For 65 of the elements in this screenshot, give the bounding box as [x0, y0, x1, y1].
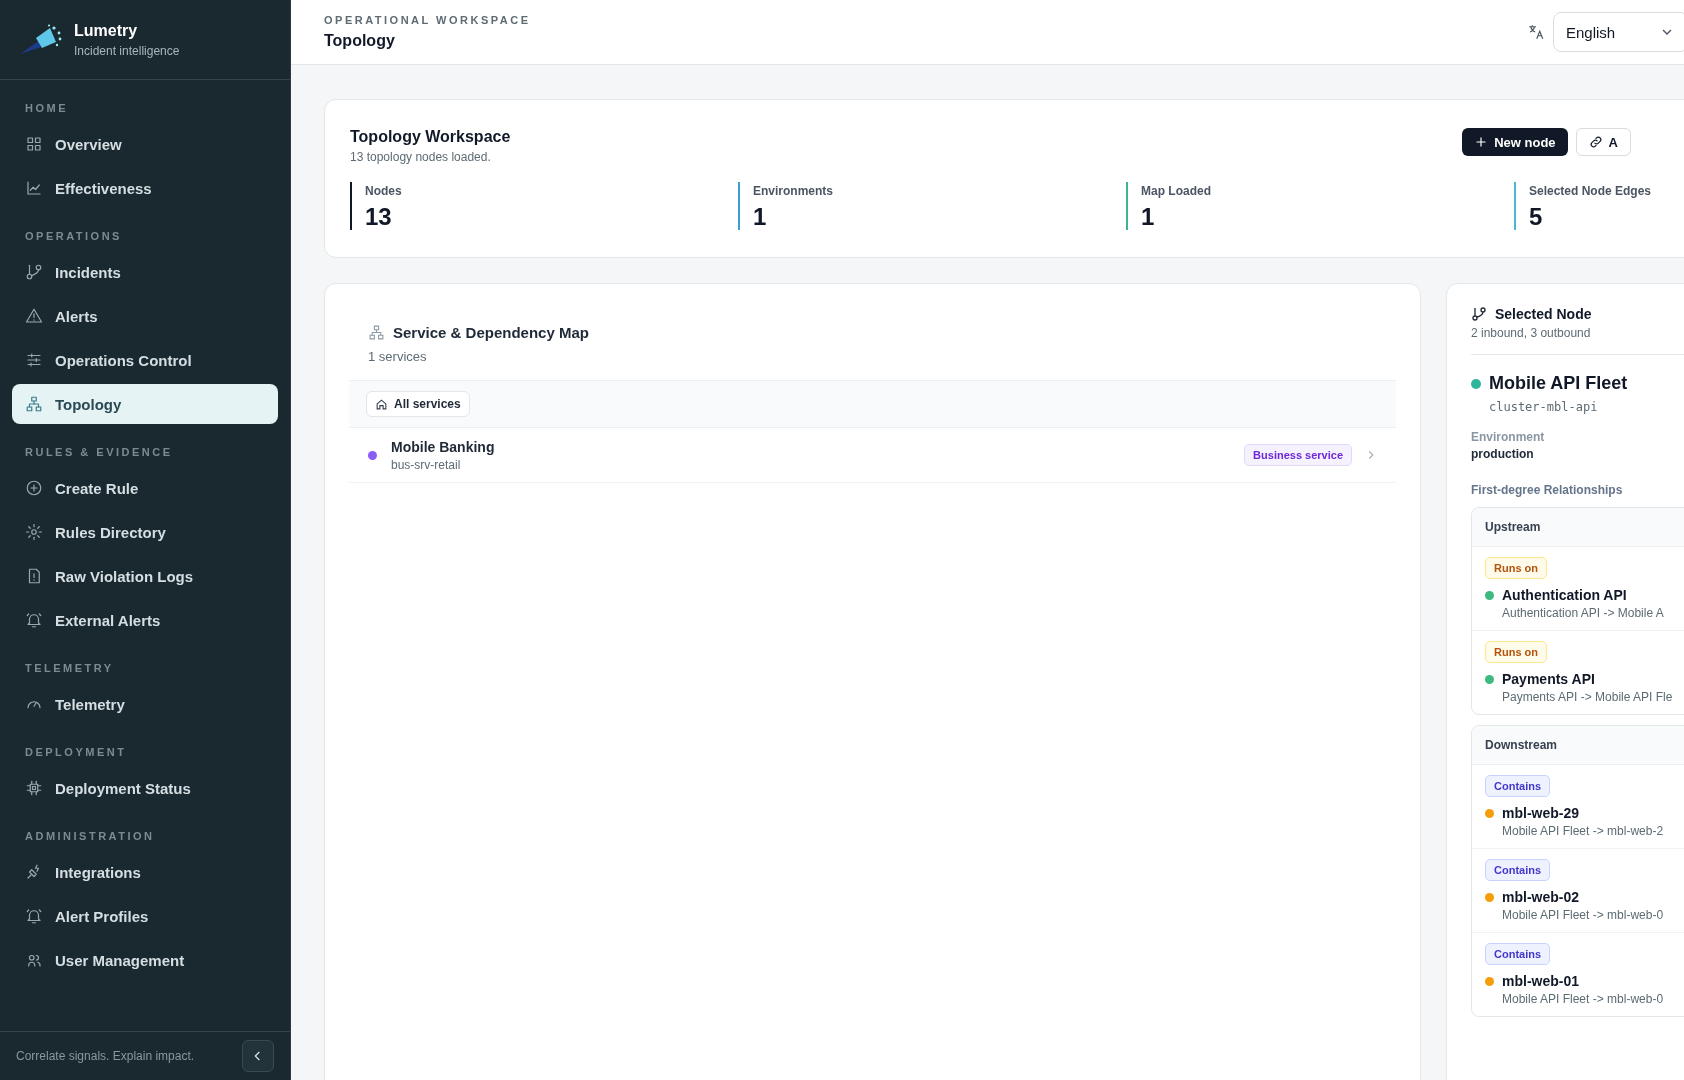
nav-item[interactable]: Alerts [12, 296, 278, 336]
stat-tile: Environments 1 [738, 182, 1102, 230]
stat-tile: Nodes 13 [350, 182, 714, 230]
nav-item[interactable]: Integrations [12, 852, 278, 892]
relation-tag: Runs on [1485, 641, 1547, 663]
group-header: Downstream [1472, 726, 1684, 765]
node-name: Mobile API Fleet [1489, 373, 1628, 394]
panel-subtitle: 2 inbound, 3 outbound [1471, 326, 1592, 340]
brand-name: Lumetry [74, 21, 139, 40]
nav-section-label: RULES & EVIDENCE [24, 445, 174, 459]
panel-title: Selected Node [1495, 306, 1592, 322]
related-node-name[interactable]: mbl-web-02 [1502, 889, 1579, 905]
panel-title: Service & Dependency Map [393, 324, 589, 341]
service-type-tag: Business service [1244, 444, 1352, 466]
edge-path: Mobile API Fleet -> mbl-web-0 [1501, 992, 1665, 1006]
node-id: cluster-mbl-api [1489, 400, 1599, 414]
edge-path: Authentication API -> Mobile A [1501, 606, 1665, 620]
relation-tag: Runs on [1485, 557, 1547, 579]
nav-item[interactable]: Telemetry [12, 684, 278, 724]
stat-tile: Selected Node Edges 5 [1514, 182, 1684, 230]
card-title: Topology Workspace [350, 128, 511, 146]
nav-item[interactable]: Overview [12, 124, 278, 164]
nav-item[interactable]: Rules Directory [12, 512, 278, 552]
service-row[interactable]: Mobile Banking bus-srv-retail Business service [349, 428, 1396, 483]
related-node-name[interactable]: Authentication API [1502, 587, 1627, 603]
section-label: First-degree Relationships [1471, 483, 1624, 497]
related-node-name[interactable]: mbl-web-01 [1502, 973, 1579, 989]
nav-item[interactable]: Topology [12, 384, 278, 424]
field-value: production [1471, 447, 1535, 461]
breadcrumb-chip[interactable]: All services [366, 391, 470, 417]
sidebar-tagline: Correlate signals. Explain impact. [16, 1049, 195, 1063]
brand-tagline: Incident intelligence [74, 43, 180, 58]
nav-item[interactable]: External Alerts [12, 600, 278, 640]
nav-item[interactable]: Create Rule [12, 468, 278, 508]
nav-section-label: OPERATIONS [24, 229, 123, 243]
page-title: Topology [324, 32, 396, 50]
edge-path: Mobile API Fleet -> mbl-web-0 [1501, 908, 1665, 922]
card-subtitle: 13 topology nodes loaded. [350, 150, 492, 164]
nav-section-label: TELEMETRY [24, 661, 115, 675]
nav-item[interactable]: Raw Violation Logs [12, 556, 278, 596]
field-label: Environment [1471, 430, 1546, 444]
group-header: Upstream [1472, 508, 1684, 547]
edge-path: Payments API -> Mobile API Fle [1501, 690, 1674, 704]
related-node-name[interactable]: Payments API [1502, 671, 1595, 687]
nav-section-label: DEPLOYMENT [24, 745, 128, 759]
nav-item[interactable]: Effectiveness [12, 168, 278, 208]
nav-item[interactable]: Deployment Status [12, 768, 278, 808]
nav-section-label: HOME [24, 101, 69, 115]
edge-path: Mobile API Fleet -> mbl-web-2 [1501, 824, 1665, 838]
related-node-name[interactable]: mbl-web-29 [1502, 805, 1579, 821]
nav-section-label: ADMINISTRATION [24, 829, 156, 843]
stat-tile: Map Loaded 1 [1126, 182, 1490, 230]
service-id: bus-srv-retail [391, 457, 462, 472]
nav-item[interactable]: User Management [12, 940, 278, 980]
nav-item[interactable]: Alert Profiles [12, 896, 278, 936]
link-button[interactable]: A [1575, 128, 1631, 156]
relation-tag: Contains [1485, 775, 1551, 797]
nav-item[interactable]: Operations Control [12, 340, 278, 380]
new-node-button[interactable]: New node [1462, 128, 1568, 156]
page-eyebrow: OPERATIONAL WORKSPACE [324, 14, 532, 26]
nav-item[interactable]: Incidents [12, 252, 278, 292]
relation-tag: Contains [1485, 859, 1551, 881]
service-name: Mobile Banking [391, 438, 496, 455]
panel-subtitle: 1 services [367, 349, 428, 364]
relation-tag: Contains [1485, 943, 1551, 965]
